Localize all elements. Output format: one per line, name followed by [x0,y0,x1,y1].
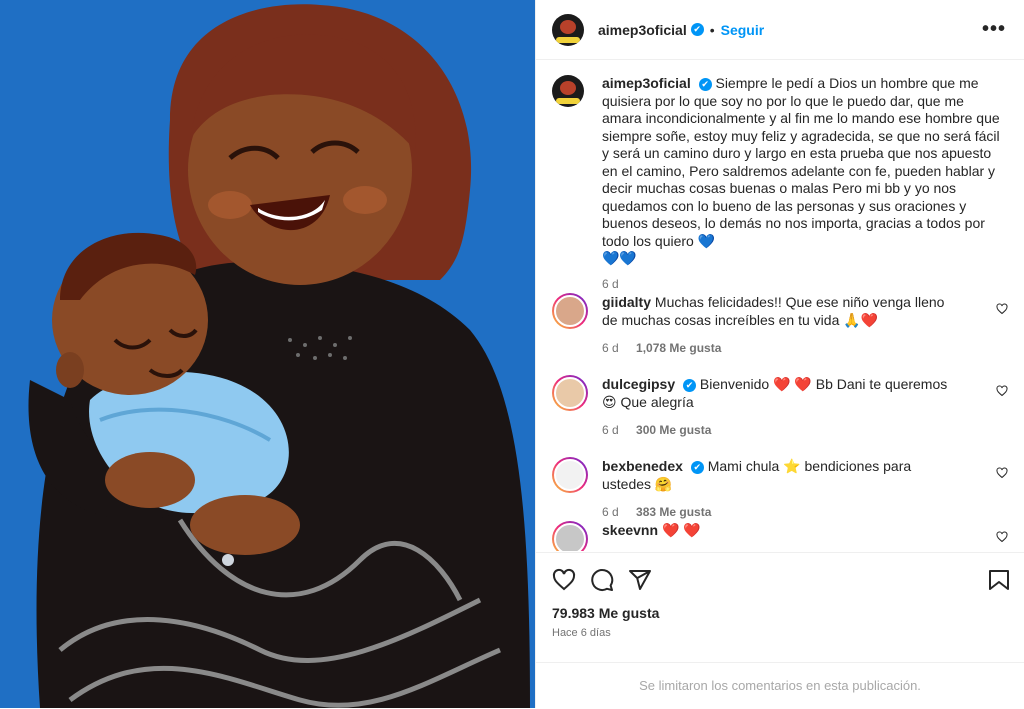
share-icon[interactable] [628,568,652,592]
comment-likes[interactable]: 1,078 Me gusta [636,341,721,355]
caption-emoji-inline: 💙 [697,232,716,249]
comment-time[interactable]: 6 d [602,341,619,355]
post-side-panel: aimep3oficial ✔ • Seguir ••• aimep3ofici… [535,0,1024,708]
caption-username[interactable]: aimep3oficial [602,75,691,91]
post-actions: 79.983 Me gusta Hace 6 días [536,552,1024,662]
comment-username[interactable]: giidalty [602,294,651,310]
post-dialog: aimep3oficial ✔ • Seguir ••• aimep3ofici… [0,0,1024,708]
comment-meta: 6 d 1,078 Me gusta [602,339,962,357]
caption-time[interactable]: 6 d [602,276,1002,294]
comments-limited-notice: Se limitaron los comentarios en esta pub… [536,662,1024,708]
post-image[interactable] [0,0,535,708]
comment-username[interactable]: skeevnn [602,522,658,538]
comment-username[interactable]: dulcegipsy [602,376,675,392]
comment-item: bexbenedex ✔ Mami chula ⭐ bendiciones pa… [536,457,1024,521]
heart-icon[interactable] [996,385,1008,397]
comment-meta: 6 d 300 Me gusta [602,421,962,439]
comment-item: giidalty Muchas felicidades!! Que ese ni… [536,293,1024,357]
comment-body: giidalty Muchas felicidades!! Que ese ni… [602,293,962,357]
comment-item: skeevnn ❤️ ❤️ [536,521,1024,551]
verified-badge-icon: ✔ [690,23,704,36]
comment-time[interactable]: 6 d [602,423,619,437]
more-options-icon[interactable]: ••• [982,18,1006,41]
comment-text: Muchas felicidades!! Que ese niño venga … [602,294,945,328]
caption-text: Siempre le pedí a Dios un hombre que me … [602,75,1000,249]
comments-scroll-area[interactable]: aimep3oficial ✔ Siempre le pedí a Dios u… [536,61,1024,551]
comment-likes[interactable]: 300 Me gusta [636,423,711,437]
caption-body: aimep3oficial ✔ Siempre le pedí a Dios u… [602,75,1002,293]
heart-icon[interactable] [552,568,576,592]
commenter-avatar[interactable] [552,375,588,411]
comment-icon[interactable] [590,568,614,592]
comment-body: bexbenedex ✔ Mami chula ⭐ bendiciones pa… [602,457,962,521]
bookmark-icon[interactable] [988,568,1010,592]
author-avatar[interactable] [552,13,584,46]
heart-icon[interactable] [996,531,1008,543]
verified-badge-icon: ✔ [698,77,712,91]
heart-icon[interactable] [996,467,1008,479]
caption-emoji-line: 💙💙 [602,250,637,266]
comment-meta: 6 d 383 Me gusta [602,503,962,521]
post-header: aimep3oficial ✔ • Seguir ••• [536,0,1024,60]
comment-likes[interactable]: 383 Me gusta [636,505,711,519]
post-time[interactable]: Hace 6 días [536,621,1024,639]
illustration-mother-baby [0,0,535,708]
commenter-avatar[interactable] [552,457,588,493]
comment-body: skeevnn ❤️ ❤️ [602,521,962,551]
likes-count[interactable]: 79.983 Me gusta [536,593,1024,621]
author-username[interactable]: aimep3oficial [598,22,687,38]
comment-username[interactable]: bexbenedex [602,458,683,474]
post-caption: aimep3oficial ✔ Siempre le pedí a Dios u… [536,61,1024,293]
follow-button[interactable]: Seguir [721,22,765,38]
separator-dot: • [709,21,715,38]
comment-time[interactable]: 6 d [602,505,619,519]
comment-item: dulcegipsy ✔ Bienvenido ❤️ ❤️ Bb Dani te… [536,375,1024,439]
verified-badge-icon: ✔ [690,460,704,474]
comment-text: ❤️ ❤️ [661,522,701,538]
action-icons [536,553,1024,593]
commenter-avatar[interactable] [552,293,588,329]
comment-body: dulcegipsy ✔ Bienvenido ❤️ ❤️ Bb Dani te… [602,375,962,439]
commenter-avatar[interactable] [552,521,588,551]
heart-icon[interactable] [996,303,1008,315]
caption-avatar[interactable] [552,75,584,107]
verified-badge-icon: ✔ [683,378,697,392]
